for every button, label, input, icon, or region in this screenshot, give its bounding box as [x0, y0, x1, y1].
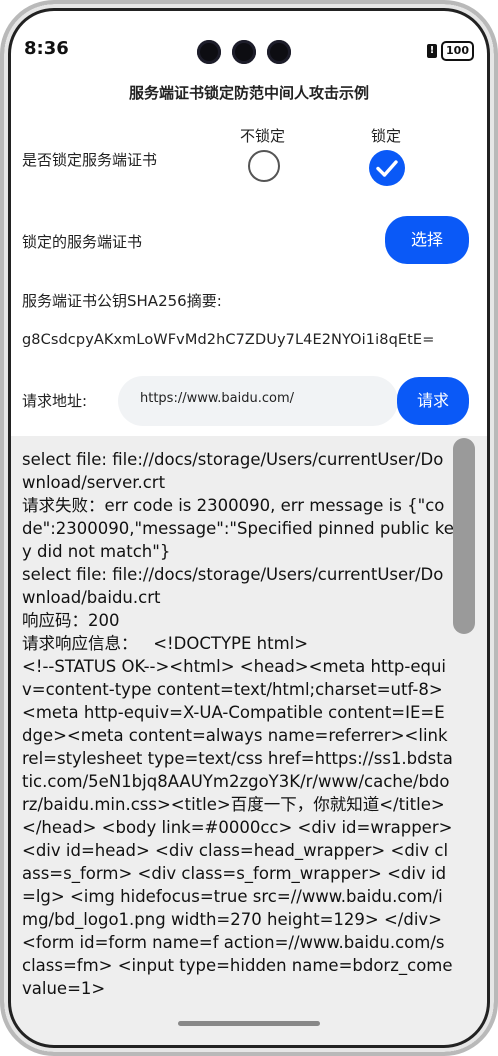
status-time: 8:36	[24, 38, 69, 59]
battery-indicator: ! 100	[427, 41, 474, 61]
select-cert-button[interactable]: 选择	[385, 216, 469, 264]
request-button[interactable]: 请求	[397, 377, 469, 425]
sha256-value: g8CsdcpyAKxmLoWFvMd2hC7ZDUy7L4E2NYOi1i8q…	[22, 332, 435, 348]
pinned-cert-label: 锁定的服务端证书	[22, 233, 143, 251]
radio-caption-locked: 锁定	[371, 127, 402, 145]
url-input-value: https://www.baidu.com/	[140, 391, 295, 406]
front-camera	[197, 40, 221, 64]
status-bar: 8:36 ! 100	[10, 10, 488, 70]
front-camera	[232, 40, 256, 64]
battery-level: 100	[441, 41, 474, 61]
request-url-label: 请求地址:	[22, 392, 88, 410]
charging-icon: !	[427, 44, 438, 58]
app-screen: 8:36 ! 100 服务端证书锁定防范中间人攻击示例 是否锁定服务端证书 不锁…	[10, 10, 488, 1046]
radio-locked[interactable]	[369, 150, 405, 186]
radio-caption-unlocked: 不锁定	[240, 127, 286, 145]
lock-setting-label: 是否锁定服务端证书	[22, 151, 158, 169]
page-title: 服务端证书锁定防范中间人攻击示例	[128, 84, 369, 102]
url-input[interactable]: https://www.baidu.com/	[118, 376, 398, 426]
log-output-area[interactable]: select file: file://docs/storage/Users/c…	[10, 436, 488, 1046]
checkmark-icon	[376, 160, 398, 177]
log-output-text: select file: file://docs/storage/Users/c…	[22, 450, 454, 998]
sha256-label: 服务端证书公钥SHA256摘要:	[22, 292, 222, 310]
home-indicator[interactable]	[178, 1021, 320, 1026]
front-camera	[267, 40, 291, 64]
radio-unlocked[interactable]	[248, 150, 280, 182]
scrollbar-thumb[interactable]	[453, 438, 475, 634]
